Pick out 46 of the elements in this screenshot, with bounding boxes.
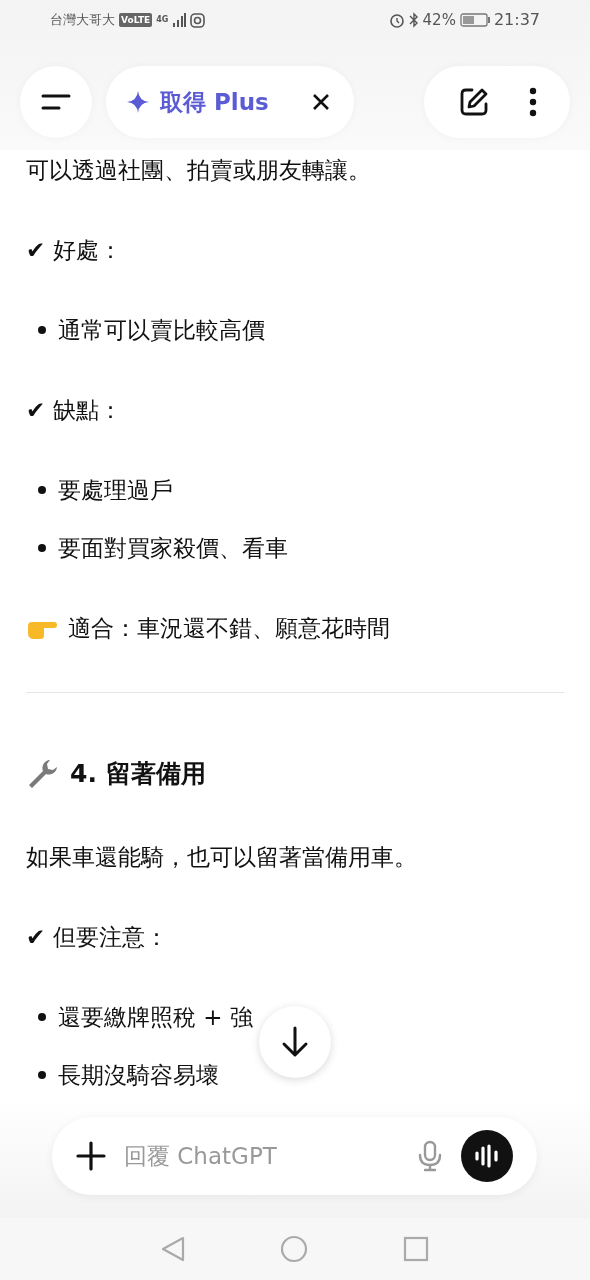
bullet-icon bbox=[38, 326, 46, 334]
paragraph: 可以透過社團、拍賣或朋友轉讓。 bbox=[26, 156, 372, 184]
microphone-icon bbox=[417, 1140, 443, 1172]
bullet-icon bbox=[38, 1071, 46, 1079]
add-button[interactable] bbox=[76, 1141, 106, 1171]
close-icon bbox=[312, 93, 330, 111]
battery-icon bbox=[459, 13, 490, 27]
section-label: ✔ 但要注意： bbox=[26, 923, 169, 951]
message-input[interactable]: 回覆 ChatGPT bbox=[124, 1138, 399, 1174]
more-button[interactable] bbox=[528, 87, 537, 117]
network-badge: VoLTE bbox=[119, 13, 153, 27]
sound-wave-icon bbox=[473, 1144, 501, 1168]
back-icon bbox=[161, 1236, 185, 1262]
recents-icon bbox=[403, 1236, 429, 1262]
clock: 21:37 bbox=[493, 9, 540, 31]
list-item: 要面對買家殺價、看車 bbox=[58, 534, 288, 562]
scroll-down-button[interactable] bbox=[259, 1006, 331, 1078]
bullet-icon bbox=[38, 544, 46, 552]
signal-type: 4G bbox=[156, 15, 169, 25]
bullet-icon bbox=[38, 486, 46, 494]
signal-icon bbox=[172, 13, 187, 27]
close-button[interactable] bbox=[312, 93, 330, 111]
voice-mode-button[interactable] bbox=[461, 1130, 513, 1182]
carrier-name: 台灣大哥大 bbox=[50, 11, 115, 30]
more-icon bbox=[528, 87, 537, 117]
upgrade-link[interactable]: 取得 Plus bbox=[160, 84, 269, 120]
home-icon bbox=[280, 1235, 308, 1263]
microphone-button[interactable] bbox=[417, 1140, 443, 1172]
battery-percent: 42% bbox=[422, 9, 456, 31]
arrow-down-icon bbox=[281, 1026, 309, 1058]
section-label: ✔ 缺點： bbox=[26, 396, 123, 424]
list-item: 通常可以賣比較高價 bbox=[58, 316, 265, 344]
bullet-icon bbox=[38, 1013, 46, 1021]
list-item: 要處理過戶 bbox=[58, 476, 173, 504]
sparkle-icon bbox=[126, 90, 150, 114]
menu-icon bbox=[41, 92, 71, 112]
camera-app-icon bbox=[190, 12, 206, 28]
section-heading: 4. 留著備用 bbox=[70, 759, 206, 789]
plus-icon bbox=[76, 1141, 106, 1171]
section-label: ✔ 好處： bbox=[26, 236, 123, 264]
list-item: 還要繳牌照稅 + 強 bbox=[58, 1003, 253, 1031]
alarm-icon bbox=[388, 12, 405, 28]
bluetooth-icon bbox=[408, 12, 419, 28]
paragraph: 如果車還能騎，也可以留著當備用車。 bbox=[26, 843, 418, 871]
list-item: 長期沒騎容易壞 bbox=[58, 1061, 219, 1089]
paragraph: 適合：車況還不錯、願意花時間 bbox=[68, 614, 390, 642]
